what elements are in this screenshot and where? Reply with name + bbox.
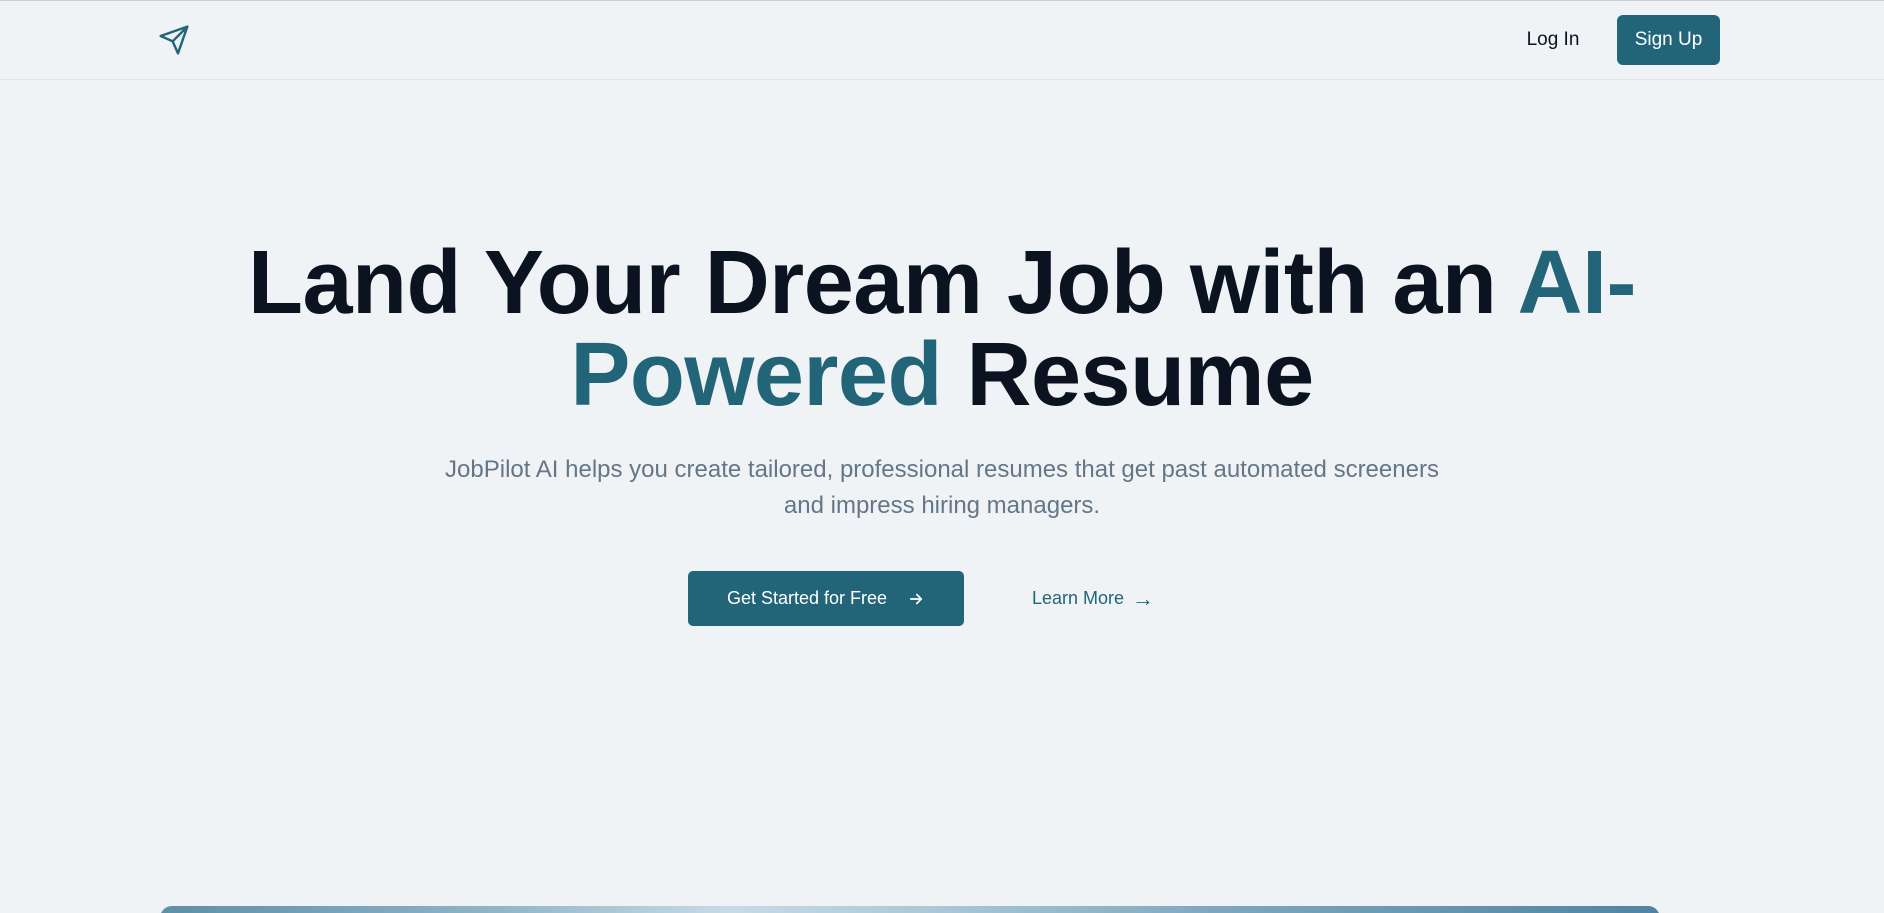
learn-more-link[interactable]: Learn More → bbox=[1030, 571, 1156, 626]
top-navigation-bar: Log In Sign Up bbox=[0, 1, 1884, 80]
get-started-label: Get Started for Free bbox=[726, 588, 888, 608]
get-started-button[interactable]: Get Started for Free bbox=[688, 571, 964, 626]
learn-more-label: Learn More bbox=[1031, 588, 1125, 608]
long-arrow-right-icon: → bbox=[1132, 585, 1155, 611]
signup-button[interactable]: Sign Up bbox=[1617, 15, 1720, 65]
hero-title-part2: Resume bbox=[941, 325, 1314, 425]
hero-subtitle: JobPilot AI helps you create tailored, p… bbox=[445, 456, 1439, 519]
hero-title: Land Your Dream Job with an AI-Powered R… bbox=[160, 237, 1724, 421]
hero-preview-image bbox=[160, 906, 1660, 913]
paper-plane-icon[interactable] bbox=[158, 24, 190, 56]
arrow-right-icon bbox=[909, 593, 923, 604]
login-link[interactable]: Log In bbox=[1508, 15, 1598, 65]
hero-title-part1: Land Your Dream Job with an bbox=[248, 233, 1518, 333]
